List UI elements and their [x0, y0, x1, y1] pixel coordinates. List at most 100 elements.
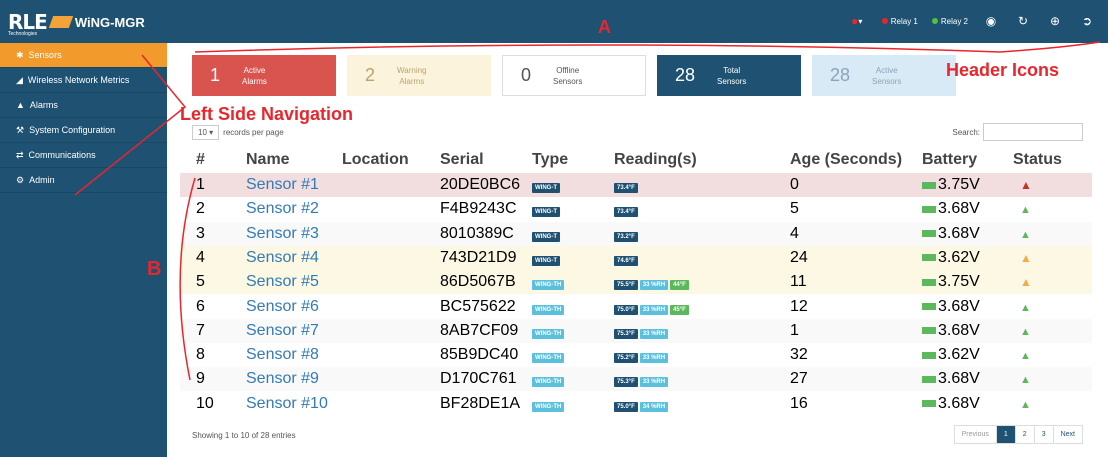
sidebar-item-system-configuration[interactable]: ⚒ System Configuration	[0, 118, 167, 143]
serial: D170C761	[440, 370, 517, 388]
search-label: Search:	[952, 127, 980, 137]
sensor-name-link[interactable]: Sensor #7	[246, 322, 319, 340]
sidebar-item-communications[interactable]: ⇄ Communications	[0, 143, 167, 168]
sensor-name-link[interactable]: Sensor #4	[246, 249, 319, 267]
table-row[interactable]: 3 Sensor #3 8010389C WING-T 73.2°F 4 3.68V ▲	[180, 221, 1092, 246]
row-number: 10	[196, 394, 214, 412]
sensor-name-link[interactable]: Sensor #3	[246, 225, 319, 243]
page-next-button[interactable]: Next	[1054, 426, 1082, 443]
sensor-name-link[interactable]: Sensor #1	[246, 176, 319, 194]
table-row[interactable]: 7 Sensor #7 8AB7CF09 WING-TH 75.3°F 33 %RH 1 3.…	[180, 318, 1092, 343]
refresh-icon[interactable]: ↻	[1014, 12, 1032, 30]
sensor-name-link[interactable]: Sensor #6	[246, 298, 319, 316]
table-row[interactable]: 4 Sensor #4 743D21D9 WING-T 74.6°F 24 3.62V ▲	[180, 245, 1092, 270]
age: 5	[790, 200, 799, 218]
battery: 3.68V	[922, 298, 980, 316]
sensor-name-link[interactable]: Sensor #9	[246, 370, 319, 388]
age: 0	[790, 176, 799, 193]
col-header-number[interactable]: #	[196, 151, 205, 169]
battery-icon	[922, 303, 936, 310]
warning-icon: ▲	[1020, 275, 1032, 290]
battery-icon	[922, 254, 936, 262]
sensor-name-link[interactable]: Sensor #10	[246, 395, 328, 413]
globe-icon[interactable]: ⊕	[1046, 12, 1064, 30]
reading-badge: 33 %RH	[639, 377, 669, 388]
thumbs-up-icon: ▲	[1020, 325, 1031, 338]
reading-badge: 73.4°F	[614, 207, 638, 218]
readings: 73.2°F	[614, 225, 640, 243]
card-number: 0	[521, 65, 532, 85]
battery: 3.68V	[922, 370, 980, 388]
col-header-serial[interactable]: Serial	[440, 151, 484, 169]
col-header-readings[interactable]: Reading(s)	[614, 151, 697, 169]
annotation-a: A	[598, 17, 611, 37]
col-header-type[interactable]: Type	[532, 151, 568, 169]
table-row[interactable]: 9 Sensor #9 D170C761 WING-TH 75.3°F 33 %RH 27 3…	[180, 367, 1092, 392]
thumbs-up-icon: ▲	[1020, 301, 1031, 314]
reading-badge: 44°F	[670, 280, 689, 291]
page-previous-button[interactable]: Previous	[955, 426, 997, 443]
card-label: Offline Sensors	[553, 65, 583, 86]
table-row[interactable]: 10 Sensor #10 BF28DE1A WING-TH 75.0°F 34 %RH 1…	[180, 391, 1092, 416]
readings: 74.6°F	[614, 249, 640, 267]
table-row[interactable]: 8 Sensor #8 85B9DC40 WING-TH 75.2°F 33 %RH 32 3…	[180, 343, 1092, 368]
signal-icon: ◢	[16, 74, 23, 85]
status: ▲	[1020, 346, 1031, 364]
map-pin-icon[interactable]: ◉	[982, 12, 1000, 30]
reading-badge: 34 %RH	[639, 401, 669, 412]
sidebar-item-alarms[interactable]: ▲ Alarms	[0, 93, 167, 118]
sensor-name-link[interactable]: Sensor #8	[246, 346, 319, 364]
table-row[interactable]: 1 Sensor #1 20DE0BC6 WING-T 73.4°F 0 3.75V ▲	[180, 173, 1092, 197]
row-number: 3	[196, 224, 205, 242]
readings: 75.0°F 34 %RH	[614, 395, 670, 413]
rle-logo[interactable]: RLE Technologies WiNG-MGR	[8, 10, 145, 37]
battery-icon	[922, 278, 936, 286]
reading-badge: 75.3°F	[614, 328, 638, 339]
warning-icon: ▲	[1020, 250, 1032, 265]
status: ▲	[1020, 176, 1032, 194]
card-warning-alarms[interactable]: 2 Warning Alarms	[347, 55, 491, 96]
battery: 3.68V	[922, 322, 980, 340]
summary-cards: 1 Active Alarms 2 Warning Alarms 0 Offline …	[192, 55, 956, 96]
col-header-age[interactable]: Age (Seconds)	[790, 151, 902, 169]
age: 12	[790, 297, 808, 315]
reading-badge: 75.0°F	[614, 401, 638, 412]
table-row[interactable]: 6 Sensor #6 BC575622 WING-TH 75.0°F 33 %RH 45°…	[180, 294, 1092, 319]
table-row[interactable]: 5 Sensor #5 86D5067B WING-TH 75.5°F 33 %RH 44°…	[180, 270, 1092, 295]
page-size-select[interactable]: 10 ▾	[192, 125, 220, 140]
user-dropdown-icon[interactable]: ● ▾	[846, 12, 868, 30]
table-row[interactable]: 2 Sensor #2 F4B9243C WING-T 73.4°F 5 3.68V ▲	[180, 197, 1092, 222]
card-active-alarms[interactable]: 1 Active Alarms	[192, 55, 336, 96]
sidebar-item-sensors[interactable]: ✱ Sensors	[0, 43, 167, 68]
card-total-sensors[interactable]: 28 Total Sensors	[657, 55, 801, 96]
alarm-icon: ▲	[1020, 178, 1032, 192]
card-active-sensors[interactable]: 28 Active Sensors	[812, 55, 956, 96]
col-header-status[interactable]: Status	[1013, 151, 1062, 169]
reading-badge: 33 %RH	[639, 353, 669, 364]
annotation-b: B	[147, 258, 162, 280]
serial: 8010389C	[440, 224, 514, 242]
battery-icon	[922, 400, 936, 408]
reading-badge: 33 %RH	[639, 304, 669, 315]
type-badge: WING-TH	[532, 377, 565, 388]
card-offline-sensors[interactable]: 0 Offline Sensors	[502, 55, 646, 96]
col-header-name[interactable]: Name	[246, 151, 290, 169]
search-input[interactable]	[983, 123, 1083, 141]
card-label: Warning Alarms	[397, 65, 427, 86]
logout-icon[interactable]: ➲	[1078, 12, 1096, 30]
col-header-location[interactable]: Location	[342, 151, 409, 169]
page-3-button[interactable]: 3	[1035, 426, 1054, 443]
sensor-name-link[interactable]: Sensor #5	[246, 273, 319, 291]
row-number: 1	[196, 176, 205, 193]
col-header-battery[interactable]: Battery	[922, 151, 977, 169]
page-2-button[interactable]: 2	[1016, 426, 1035, 443]
card-number: 2	[365, 65, 376, 85]
age: 4	[790, 224, 799, 242]
brand-subtext: Technologies	[8, 31, 38, 37]
sidebar-item-admin[interactable]: ⚙ Admin	[0, 168, 167, 193]
sidebar-item-wireless-metrics[interactable]: ◢ Wireless Network Metrics	[0, 68, 167, 93]
page-1-button[interactable]: 1	[996, 426, 1016, 443]
type-badge: WING-TH	[532, 304, 565, 315]
sensor-name-link[interactable]: Sensor #2	[246, 200, 319, 218]
battery-value: 3.75V	[938, 273, 980, 291]
